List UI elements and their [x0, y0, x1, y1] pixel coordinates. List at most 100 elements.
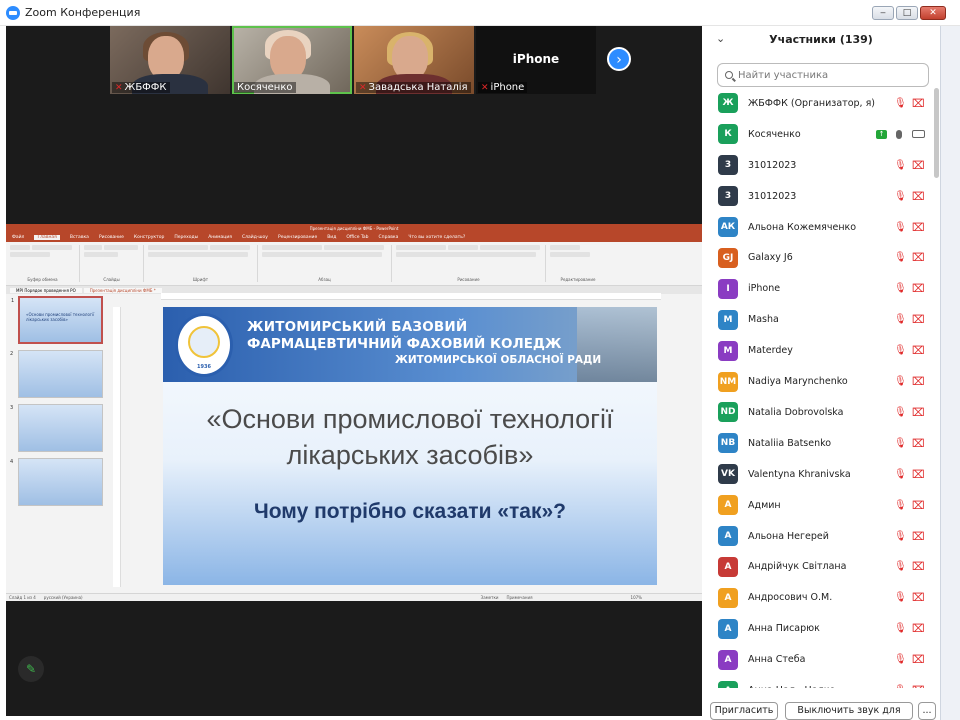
- slide-count: Слайд 1 из 4: [9, 595, 36, 600]
- video-tile[interactable]: ✕ Завадська Наталія: [354, 26, 474, 94]
- camera-off-icon[interactable]: ⌧: [912, 622, 925, 635]
- camera-off-icon[interactable]: ⌧: [912, 684, 925, 688]
- mic-muted-icon[interactable]: 🎙︎: [894, 314, 907, 325]
- ppt-tab: Слайд-шоу: [242, 235, 268, 240]
- participant-row[interactable]: А Анна Стеба 🎙︎ ⌧: [702, 644, 932, 675]
- panel-header: ⌄ Участники (139): [702, 26, 940, 54]
- video-tile[interactable]: iPhone ✕ iPhone: [476, 26, 596, 94]
- mic-muted-icon[interactable]: 🎙︎: [894, 500, 907, 511]
- mic-muted-icon[interactable]: 🎙︎: [894, 685, 907, 688]
- camera-off-icon[interactable]: ⌧: [912, 468, 925, 481]
- mic-muted-icon[interactable]: 🎙︎: [894, 98, 907, 109]
- annotate-button[interactable]: ✎: [18, 656, 44, 682]
- mic-muted-icon[interactable]: 🎙︎: [894, 407, 907, 418]
- camera-off-icon[interactable]: ⌧: [912, 344, 925, 357]
- mic-muted-icon[interactable]: 🎙︎: [894, 345, 907, 356]
- mic-muted-icon[interactable]: 🎙︎: [894, 438, 907, 449]
- window-title: Zoom Конференция: [25, 6, 141, 19]
- mic-muted-icon[interactable]: 🎙︎: [894, 222, 907, 233]
- video-area: ✕ ЖБФФК Косяченко ✕ Завадська Наталія iPho…: [6, 26, 702, 716]
- mic-muted-icon[interactable]: 🎙︎: [894, 561, 907, 572]
- participant-row[interactable]: АК Альона Кожемяченко 🎙︎ ⌧: [702, 212, 932, 243]
- avatar: M: [718, 309, 738, 330]
- ribbon-group: Слайды: [84, 245, 144, 282]
- mic-muted-icon[interactable]: 🎙︎: [894, 191, 907, 202]
- camera-off-icon[interactable]: ⌧: [912, 251, 925, 264]
- mic-muted-icon[interactable]: 🎙︎: [894, 592, 907, 603]
- participant-row[interactable]: NM Nadiya Marynchenko 🎙︎ ⌧: [702, 366, 932, 397]
- scrollbar-track[interactable]: [934, 88, 939, 688]
- participant-name: Альона Кожемяченко: [748, 221, 857, 233]
- mute-all-button[interactable]: Выключить звук для всех: [785, 702, 913, 720]
- participant-row[interactable]: А Андросович О.М. 🎙︎ ⌧: [702, 582, 932, 613]
- camera-off-icon[interactable]: ⌧: [912, 221, 925, 234]
- camera-icon[interactable]: [912, 130, 925, 139]
- camera-off-icon[interactable]: ⌧: [912, 190, 925, 203]
- mic-muted-icon[interactable]: 🎙︎: [894, 376, 907, 387]
- participant-row[interactable]: А Анна Цал - Цалко 🎙︎ ⌧: [702, 675, 932, 688]
- search-input[interactable]: Найти участника: [717, 63, 929, 87]
- participant-row[interactable]: 3 31012023 🎙︎ ⌧: [702, 181, 932, 212]
- participant-row[interactable]: Ж ЖБФФК (Организатор, я) 🎙︎ ⌧: [702, 88, 932, 119]
- search-icon: [725, 71, 733, 79]
- minimize-button[interactable]: ‒: [872, 6, 894, 20]
- participant-row[interactable]: А Анна Писарюк 🎙︎ ⌧: [702, 613, 932, 644]
- invite-button[interactable]: Пригласить: [710, 702, 778, 720]
- mic-muted-icon[interactable]: 🎙︎: [894, 654, 907, 665]
- participant-row[interactable]: M Masha 🎙︎ ⌧: [702, 304, 932, 335]
- participant-row[interactable]: IiPhone 🎙︎ ⌧: [702, 273, 932, 304]
- participant-row[interactable]: VK Valentyna Khranivska 🎙︎ ⌧: [702, 459, 932, 490]
- mic-icon[interactable]: [896, 129, 902, 139]
- mic-muted-icon[interactable]: 🎙︎: [894, 283, 907, 294]
- ppt-tab: Переходы: [174, 235, 199, 240]
- participant-row[interactable]: А Андрійчук Світлана 🎙︎ ⌧: [702, 552, 932, 583]
- horizontal-ruler: [161, 293, 661, 300]
- participant-row[interactable]: NB Nataliia Batsenko 🎙︎ ⌧: [702, 428, 932, 459]
- camera-off-icon[interactable]: ⌧: [912, 499, 925, 512]
- ppt-tab: Что вы хотите сделать?: [408, 235, 466, 240]
- camera-off-icon[interactable]: ⌧: [912, 653, 925, 666]
- camera-off-icon[interactable]: ⌧: [912, 437, 925, 450]
- next-page-button[interactable]: ›: [607, 47, 631, 71]
- camera-off-icon[interactable]: ⌧: [912, 560, 925, 573]
- maximize-button[interactable]: □: [896, 6, 918, 20]
- mic-muted-icon[interactable]: 🎙︎: [894, 531, 907, 542]
- camera-off-icon[interactable]: ⌧: [912, 406, 925, 419]
- participant-row[interactable]: ND Natalia Dobrovolska 🎙︎ ⌧: [702, 397, 932, 428]
- camera-off-icon[interactable]: ⌧: [912, 97, 925, 110]
- more-button[interactable]: ...: [918, 702, 936, 720]
- participant-row[interactable]: M Materdey 🎙︎ ⌧: [702, 335, 932, 366]
- avatar: VK: [718, 464, 738, 485]
- mic-muted-icon[interactable]: 🎙︎: [894, 469, 907, 480]
- ribbon-group: Рисование: [396, 245, 546, 282]
- camera-off-icon[interactable]: ⌧: [912, 282, 925, 295]
- mic-muted-icon[interactable]: 🎙︎: [894, 623, 907, 634]
- avatar: АК: [718, 217, 738, 238]
- camera-off-icon[interactable]: ⌧: [912, 375, 925, 388]
- camera-off-icon[interactable]: ⌧: [912, 159, 925, 172]
- mic-muted-icon[interactable]: 🎙︎: [894, 160, 907, 171]
- participant-row[interactable]: GJ Galaxy J6 🎙︎ ⌧: [702, 243, 932, 274]
- mic-muted-icon: ✕: [359, 82, 367, 93]
- camera-off-icon[interactable]: ⌧: [912, 313, 925, 326]
- shared-screen: Презентація дисципліни ФМБ - PowerPoint …: [6, 224, 702, 601]
- video-name: Косяченко: [237, 82, 293, 93]
- close-button[interactable]: ✕: [920, 6, 946, 20]
- ribbon-group-label: Рисование: [457, 277, 480, 282]
- college-emblem-icon: 1936: [175, 313, 233, 377]
- participant-row[interactable]: А Альона Негерей 🎙︎ ⌧: [702, 521, 932, 552]
- video-name: Завадська Наталія: [368, 82, 468, 93]
- video-tile-active-speaker[interactable]: Косяченко: [232, 26, 352, 94]
- video-tile[interactable]: ✕ ЖБФФК: [110, 26, 230, 94]
- participant-row[interactable]: 3 31012023 🎙︎ ⌧: [702, 150, 932, 181]
- participant-row[interactable]: К Косяченко ↑: [702, 119, 932, 150]
- mic-muted-icon[interactable]: 🎙︎: [894, 252, 907, 263]
- ppt-tab: Справка: [378, 235, 399, 240]
- ribbon-group-label: Редактирование: [560, 277, 596, 282]
- camera-off-icon[interactable]: ⌧: [912, 530, 925, 543]
- camera-off-icon[interactable]: ⌧: [912, 591, 925, 604]
- slide-header-banner: 1936 ЖИТОМИРСЬКИЙ БАЗОВИЙ ФАРМАЦЕВТИЧНИЙ…: [163, 307, 657, 382]
- scrollbar-thumb[interactable]: [934, 88, 939, 178]
- participant-name: Андрійчук Світлана: [748, 561, 847, 573]
- participant-row[interactable]: А Админ 🎙︎ ⌧: [702, 490, 932, 521]
